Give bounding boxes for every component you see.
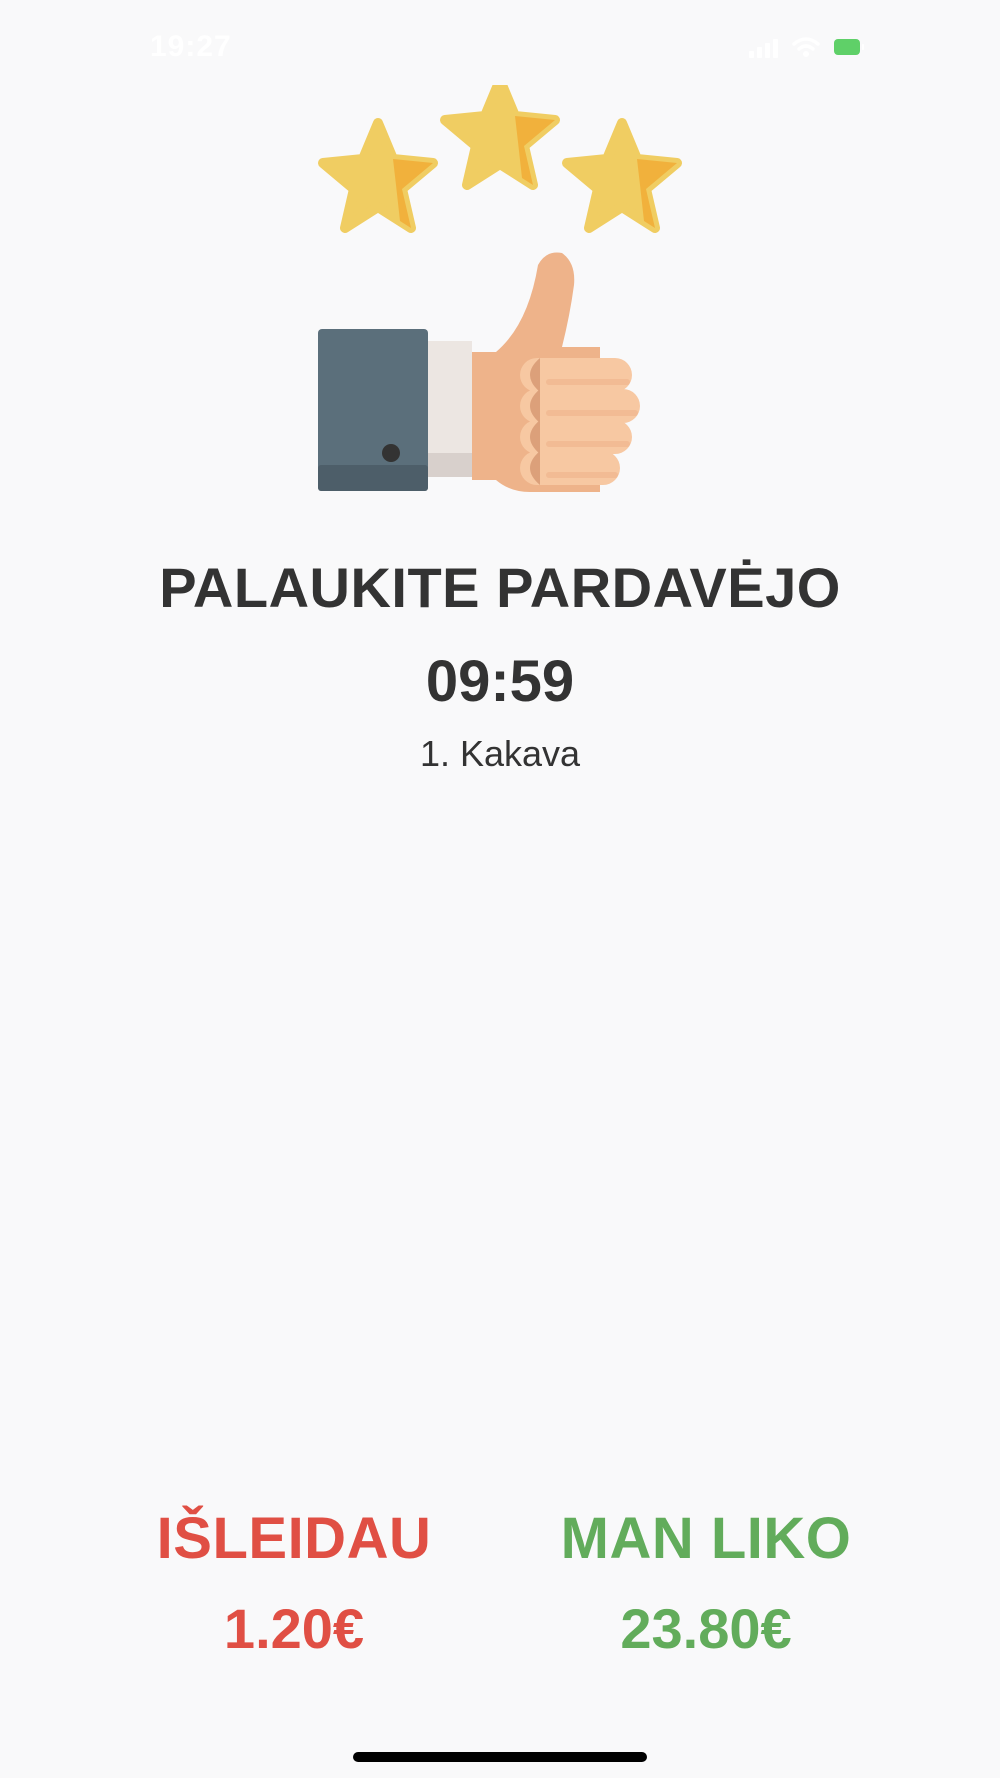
thumbs-up-icon xyxy=(318,252,640,492)
status-icons xyxy=(749,36,864,58)
waiting-screen: 19:27 PALAUKITE PARDAVĖJO 09:59 1. Kakav… xyxy=(0,0,1000,1778)
countdown-timer: 09:59 xyxy=(425,649,575,714)
signal-icon xyxy=(749,36,778,58)
balance-value: 23.80€ xyxy=(620,1597,792,1660)
battery-icon xyxy=(834,39,864,55)
spent-label: IŠLEIDAU xyxy=(156,1506,432,1571)
home-indicator[interactable] xyxy=(353,1752,647,1762)
star-icon xyxy=(440,85,560,190)
star-icon xyxy=(562,118,682,233)
wifi-icon xyxy=(792,37,820,57)
balance-stat: MAN LIKO 23.80€ xyxy=(496,1505,916,1661)
page-title: PALAUKITE PARDAVĖJO xyxy=(159,556,841,619)
status-time: 19:27 xyxy=(150,30,232,63)
rating-illustration xyxy=(318,85,682,492)
star-icon xyxy=(318,118,438,233)
spent-value: 1.20€ xyxy=(223,1597,365,1660)
order-item: 1. Kakava xyxy=(419,733,581,774)
spent-stat: IŠLEIDAU 1.20€ xyxy=(84,1505,504,1661)
balance-label: MAN LIKO xyxy=(560,1506,852,1571)
